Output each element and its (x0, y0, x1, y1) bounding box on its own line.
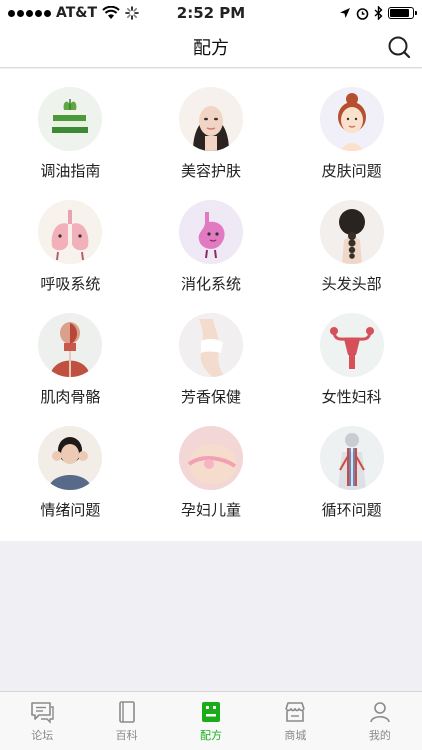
category-digestive[interactable]: 消化系统 (141, 200, 282, 313)
stressed-woman-icon (38, 426, 103, 490)
uterus-icon (319, 313, 384, 377)
category-label: 呼吸系统 (40, 275, 101, 293)
category-gynecology[interactable]: 女性妇科 (281, 313, 422, 426)
tab-label: 商城 (284, 729, 307, 742)
category-label: 女性妇科 (321, 388, 382, 406)
tab-recipes[interactable]: 配方 (169, 692, 253, 750)
tab-profile[interactable]: 我的 (338, 692, 422, 750)
tab-label: 论坛 (31, 729, 54, 742)
face-beauty-icon (178, 87, 243, 151)
category-label: 循环问题 (321, 501, 382, 519)
status-left: AT&T (8, 5, 139, 21)
pregnant-icon (178, 426, 243, 490)
category-respiratory[interactable]: 呼吸系统 (0, 200, 141, 313)
category-emotional[interactable]: 情绪问题 (0, 426, 141, 539)
category-label: 芳香保健 (180, 388, 241, 406)
status-bar: AT&T 2:52 PM (0, 0, 422, 26)
tab-bar: 论坛 百科 配方 商城 我的 (0, 691, 422, 750)
alarm-icon (356, 7, 369, 20)
category-circulation[interactable]: 循环问题 (281, 426, 422, 539)
book-icon (118, 701, 135, 723)
tab-store[interactable]: 商城 (253, 692, 337, 750)
status-time: 2:52 PM (176, 4, 246, 22)
circulation-icon (319, 426, 384, 490)
category-grid: 调油指南 美容护肤 皮肤问题 呼吸系统 消化系统 头发头部 肌肉骨骼 芳香保健 … (0, 69, 422, 541)
empty-area (0, 541, 422, 691)
bluetooth-icon (374, 6, 383, 20)
category-aroma-care[interactable]: 芳香保健 (141, 313, 282, 426)
status-right (339, 6, 417, 20)
chat-icon (31, 702, 54, 724)
category-label: 肌肉骨骼 (40, 388, 101, 406)
category-label: 美容护肤 (180, 162, 241, 180)
tab-forum[interactable]: 论坛 (0, 692, 84, 750)
loading-spinner-icon (125, 6, 139, 20)
store-icon (285, 702, 306, 722)
category-label: 情绪问题 (40, 501, 101, 519)
search-icon[interactable] (386, 34, 412, 60)
anatomy-icon (38, 313, 103, 377)
body-icon (178, 313, 243, 377)
category-label: 孕妇儿童 (180, 501, 241, 519)
page-title: 配方 (193, 37, 229, 59)
nav-bar: 配方 (0, 26, 422, 68)
category-pregnancy[interactable]: 孕妇儿童 (141, 426, 282, 539)
wifi-icon (102, 6, 120, 19)
category-skin[interactable]: 皮肤问题 (281, 87, 422, 200)
category-label: 头发头部 (321, 275, 382, 293)
category-hair[interactable]: 头发头部 (281, 200, 422, 313)
category-guide[interactable]: 调油指南 (0, 87, 141, 200)
tab-label: 我的 (368, 729, 391, 742)
hair-braid-icon (319, 200, 384, 264)
recipe-icon (202, 702, 221, 722)
category-beauty[interactable]: 美容护肤 (141, 87, 282, 200)
category-musculoskeletal[interactable]: 肌肉骨骼 (0, 313, 141, 426)
signal-icon (8, 9, 51, 17)
lungs-icon (38, 200, 103, 264)
books-icon (38, 87, 103, 151)
skin-girl-icon (319, 87, 384, 151)
category-label: 消化系统 (180, 275, 241, 293)
carrier-label: AT&T (56, 5, 98, 21)
category-label: 调油指南 (40, 162, 101, 180)
person-icon (370, 702, 390, 723)
battery-icon (388, 7, 417, 19)
stomach-icon (178, 200, 243, 264)
tab-label: 百科 (115, 729, 138, 742)
location-arrow-icon (340, 8, 350, 18)
category-label: 皮肤问题 (321, 162, 382, 180)
tab-encyclopedia[interactable]: 百科 (84, 692, 168, 750)
tab-label: 配方 (200, 729, 223, 742)
